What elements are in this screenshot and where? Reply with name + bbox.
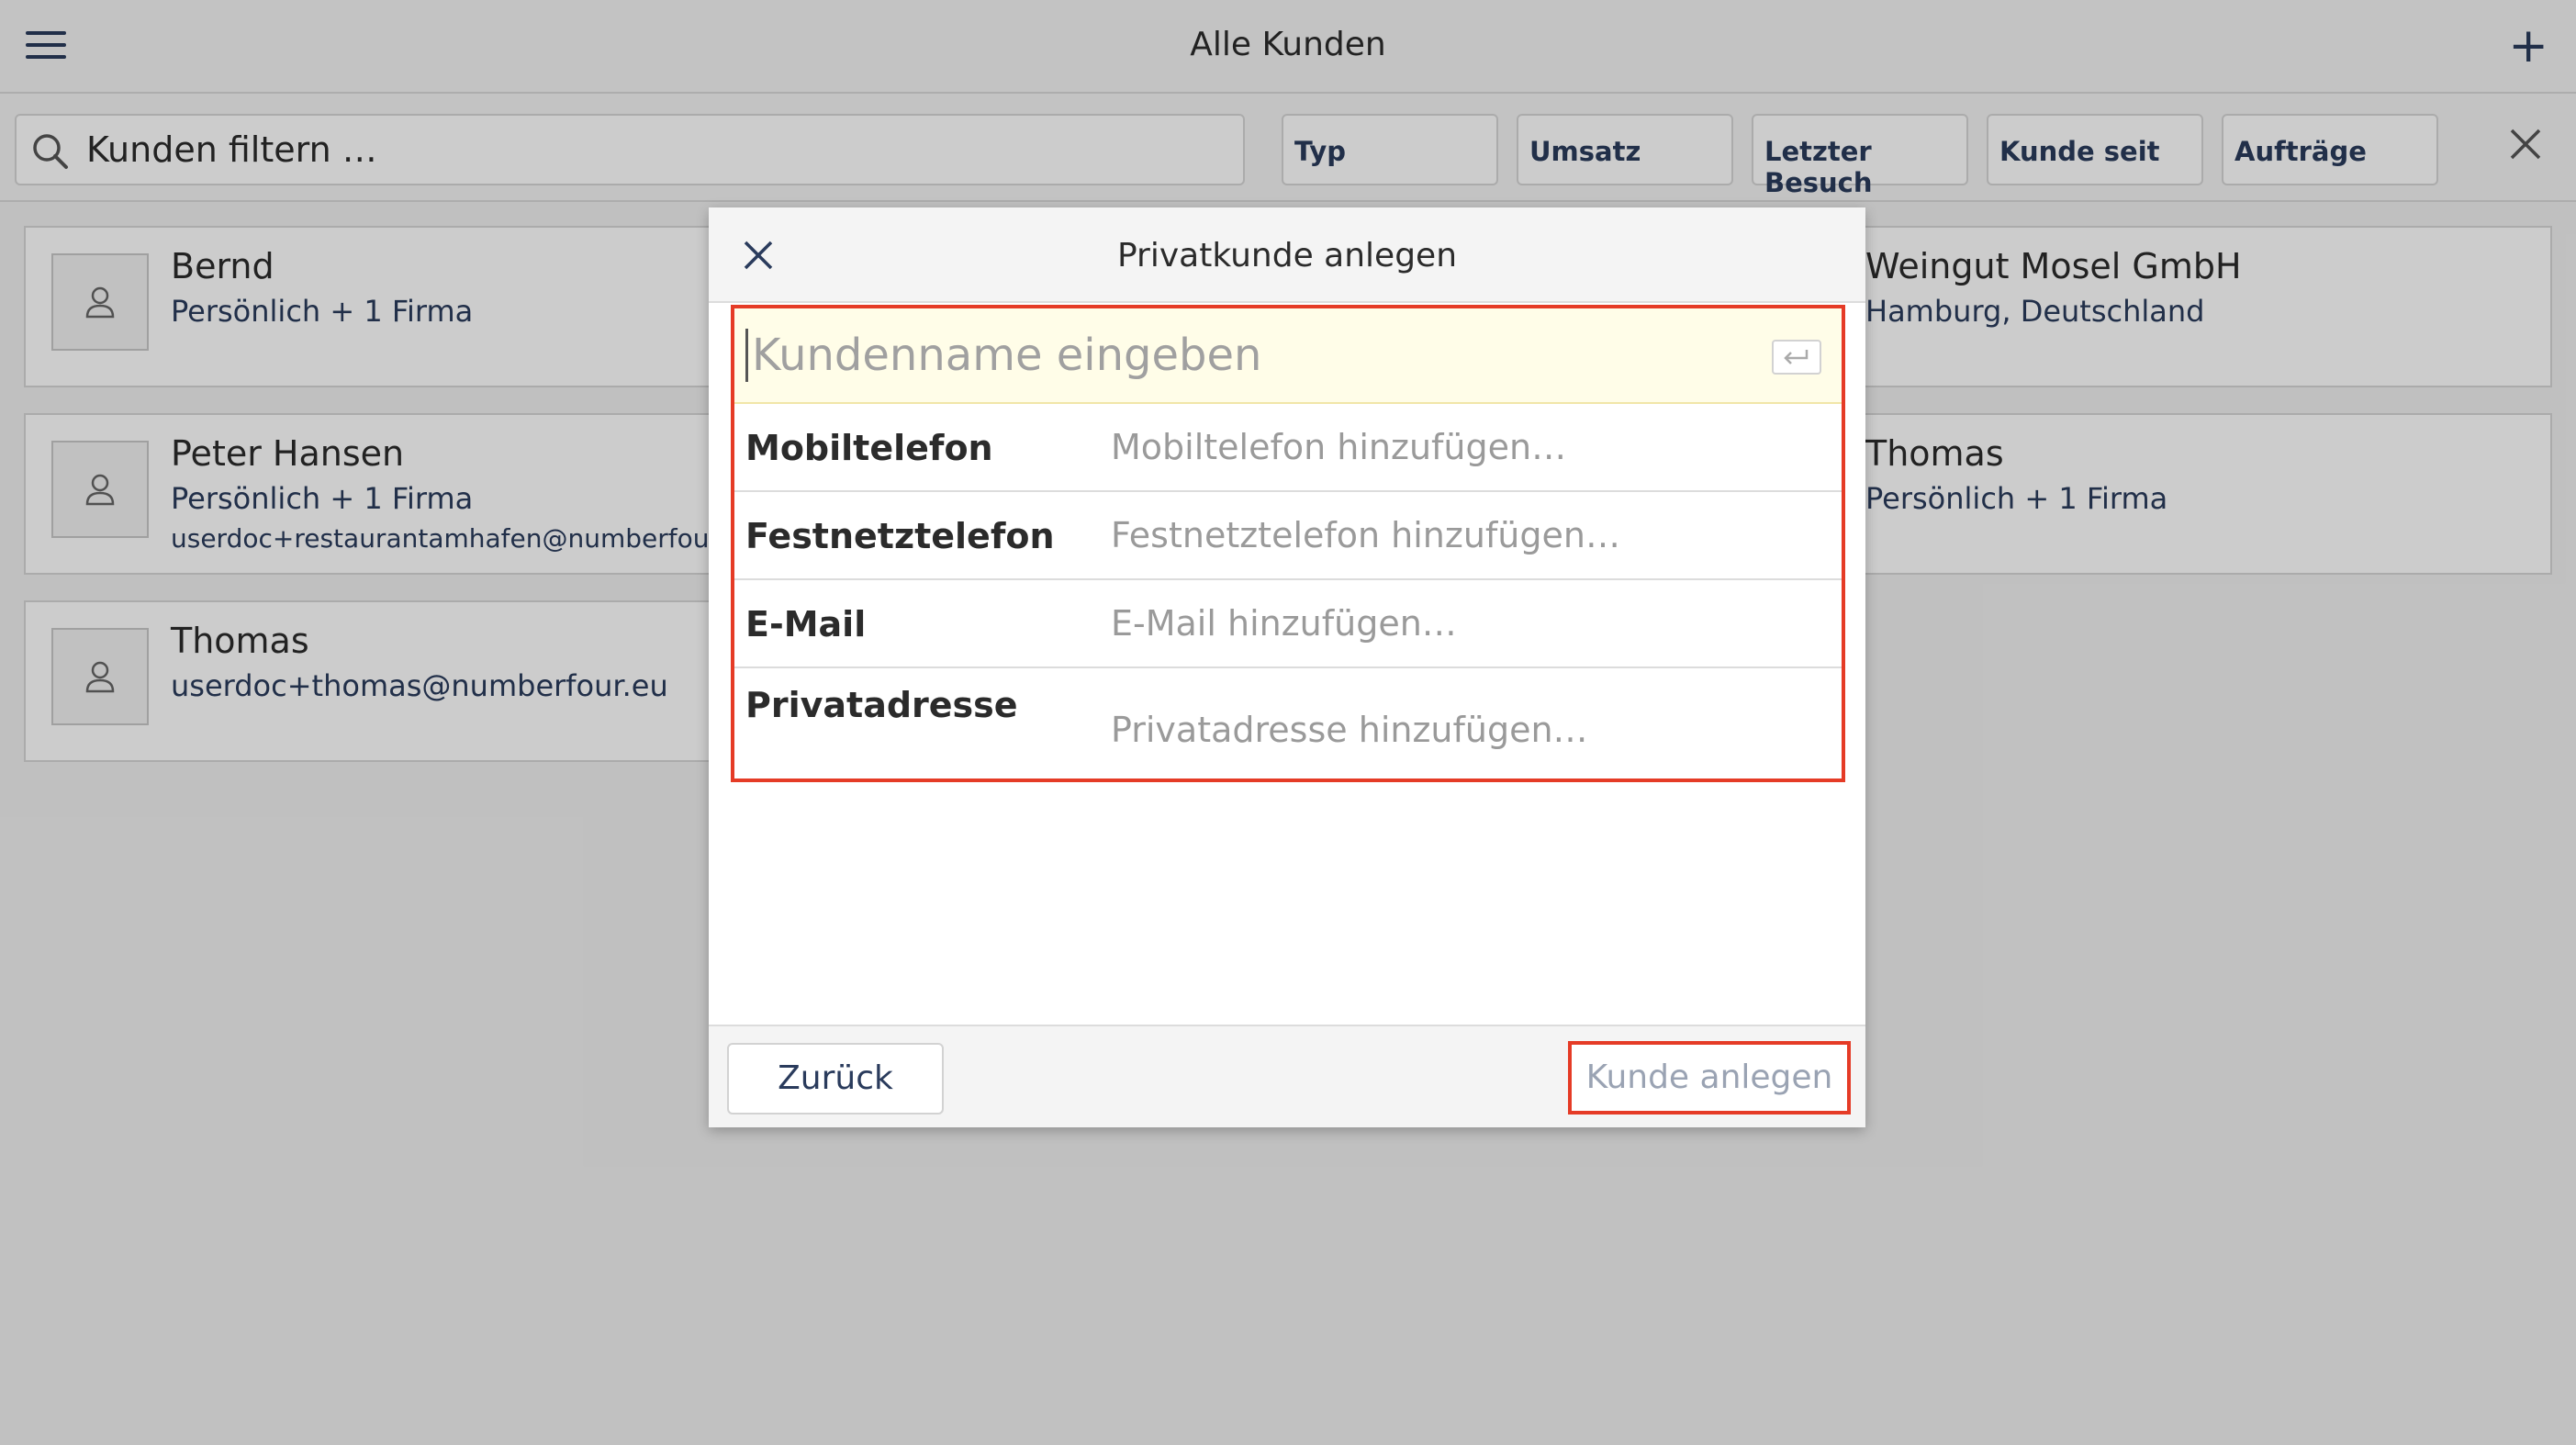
dialog-footer: Zurück Kunde anlegen [709, 1025, 1865, 1127]
mobile-phone-row: Mobiltelefon [734, 404, 1842, 492]
email-row: E-Mail [734, 580, 1842, 668]
dialog-header: Privatkunde anlegen [709, 207, 1865, 303]
email-input[interactable] [1111, 600, 1827, 646]
landline-phone-input[interactable] [1111, 512, 1827, 558]
create-customer-button[interactable]: Kunde anlegen [1568, 1041, 1851, 1115]
dialog-title: Privatkunde anlegen [1116, 237, 1458, 274]
landline-phone-label: Festnetztelefon [745, 516, 1055, 556]
address-label: Privatadresse [745, 685, 1018, 725]
name-row [734, 308, 1842, 404]
enter-icon[interactable] [1772, 340, 1821, 375]
customer-name-input[interactable] [745, 329, 1663, 382]
mobile-phone-label: Mobiltelefon [745, 428, 993, 468]
address-row: Privatadresse [734, 668, 1842, 779]
back-button[interactable]: Zurück [727, 1043, 944, 1115]
landline-phone-row: Festnetztelefon [734, 492, 1842, 580]
address-input[interactable] [1111, 707, 1827, 753]
email-label: E-Mail [745, 604, 867, 644]
customer-form: Mobiltelefon Festnetztelefon E-Mail Priv… [731, 305, 1845, 782]
mobile-phone-input[interactable] [1111, 424, 1827, 470]
create-customer-dialog: Privatkunde anlegen Mobiltelefon Festnet… [709, 207, 1865, 1127]
